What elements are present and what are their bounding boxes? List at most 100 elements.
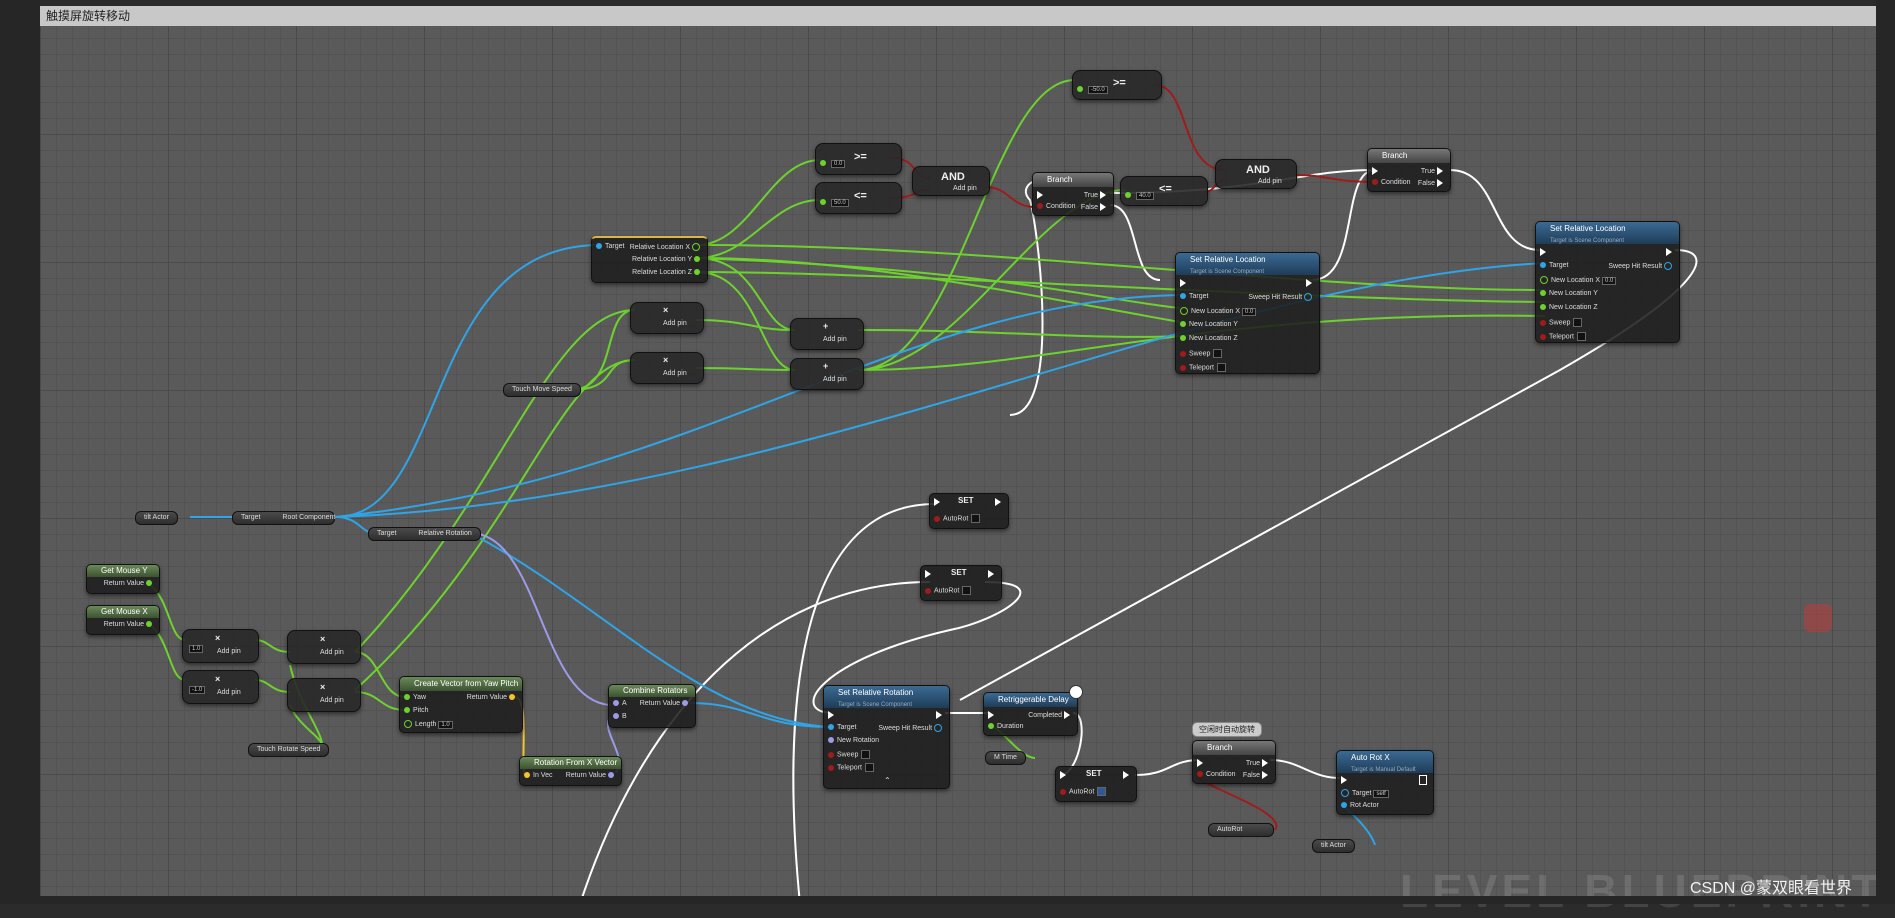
- exec-out-pin-icon[interactable]: [1437, 167, 1443, 175]
- float-pin-icon[interactable]: [1540, 304, 1546, 311]
- value-field[interactable]: 0.0: [1242, 307, 1257, 316]
- multiply-node-2[interactable]: × Add pin: [630, 352, 704, 384]
- add-node-2[interactable]: + Add pin: [790, 358, 864, 390]
- set-relative-location-node-2[interactable]: Set Relative Location Target is Scene Com…: [1535, 221, 1680, 343]
- bool-pin-icon[interactable]: [828, 751, 834, 758]
- bool-pin-icon[interactable]: [828, 764, 834, 771]
- struct-pin-icon[interactable]: [934, 724, 942, 732]
- struct-pin-icon[interactable]: [1664, 262, 1672, 270]
- branch-node-1[interactable]: Branch Condition True False: [1032, 172, 1114, 216]
- exec-in-pin-icon[interactable]: [925, 570, 931, 578]
- add-pin-button[interactable]: Add pin: [320, 697, 344, 704]
- tilt-actor-variable-2[interactable]: tilt Actor: [1312, 839, 1355, 853]
- touch-rotate-speed-variable[interactable]: Touch Rotate Speed: [248, 743, 330, 757]
- expand-chevron-icon[interactable]: ⌃: [884, 776, 891, 785]
- rotator-pin-icon[interactable]: [613, 700, 619, 707]
- set-relative-rotation-node[interactable]: Set Relative Rotation Target is Scene Com…: [823, 685, 950, 789]
- bool-pin-icon[interactable]: [925, 587, 931, 594]
- rotator-pin-icon[interactable]: [682, 700, 688, 707]
- rotation-from-x-vector-node[interactable]: Rotation From X Vector In Vec Return Val…: [519, 756, 622, 786]
- object-pin-icon[interactable]: [828, 724, 834, 731]
- exec-in-pin-icon[interactable]: [934, 498, 940, 506]
- bool-pin-icon[interactable]: [1540, 319, 1546, 326]
- sweep-checkbox[interactable]: [1213, 349, 1223, 358]
- float-pin-icon[interactable]: [404, 694, 410, 701]
- value-field[interactable]: -1.0: [189, 686, 206, 694]
- tilt-actor-variable-1[interactable]: tilt Actor: [135, 511, 178, 525]
- exec-out-pin-icon[interactable]: [1100, 203, 1106, 211]
- autorot-checkbox[interactable]: [971, 514, 981, 523]
- float-pin-icon[interactable]: [1180, 335, 1186, 342]
- float-pin-icon[interactable]: [146, 580, 152, 587]
- add-pin-button[interactable]: Add pin: [663, 320, 687, 327]
- struct-pin-icon[interactable]: [1304, 293, 1312, 301]
- combine-rotators-node[interactable]: Combine Rotators A B Return Value: [608, 684, 696, 728]
- exec-in-pin-icon[interactable]: [1540, 248, 1546, 256]
- object-pin-icon[interactable]: [1341, 802, 1347, 809]
- exec-in-pin-icon[interactable]: [1060, 771, 1066, 779]
- exec-out-pin-icon[interactable]: [1064, 711, 1070, 719]
- autorot-checkbox[interactable]: [962, 586, 972, 595]
- touch-move-speed-variable[interactable]: Touch Move Speed: [503, 383, 581, 397]
- exec-out-pin-icon[interactable]: [1306, 279, 1312, 287]
- add-pin-button[interactable]: Add pin: [320, 649, 344, 656]
- exec-out-pin-icon[interactable]: [1262, 759, 1268, 767]
- compare-le-node-2[interactable]: <= 40.0: [1120, 176, 1208, 206]
- float-pin-icon[interactable]: [1180, 307, 1188, 315]
- exec-out-pin-icon[interactable]: [936, 711, 942, 719]
- compare-value-field[interactable]: 0.0: [831, 160, 846, 168]
- float-pin-icon[interactable]: [1540, 276, 1548, 284]
- multiply-node-6[interactable]: × Add pin: [287, 678, 361, 712]
- target-value-field[interactable]: self: [1373, 789, 1389, 798]
- exec-out-pin-icon[interactable]: [1100, 191, 1106, 199]
- autorot-checkbox-checked[interactable]: [1097, 787, 1107, 796]
- exec-in-pin-icon[interactable]: [1180, 279, 1186, 287]
- object-pin-icon[interactable]: [1341, 789, 1349, 797]
- float-pin-icon[interactable]: [1180, 321, 1186, 328]
- float-pin-icon[interactable]: [694, 256, 700, 263]
- compare-value-field[interactable]: 50.0: [831, 199, 849, 207]
- teleport-checkbox[interactable]: [864, 763, 874, 772]
- set-autorot-node-3[interactable]: SET AutoRot: [1055, 766, 1137, 802]
- exec-in-pin-icon[interactable]: [988, 711, 994, 719]
- vector-pin-icon[interactable]: [524, 772, 530, 779]
- root-component-getter[interactable]: Target Root Component: [232, 511, 335, 525]
- length-value-field[interactable]: 1.0: [438, 720, 453, 729]
- float-pin-icon[interactable]: [694, 269, 700, 276]
- rotator-pin-icon[interactable]: [608, 772, 614, 779]
- create-vector-yaw-pitch-node[interactable]: Create Vector from Yaw Pitch Yaw Return …: [399, 676, 523, 733]
- float-pin-icon[interactable]: [404, 720, 412, 728]
- value-field[interactable]: 0.0: [1602, 276, 1617, 285]
- sweep-checkbox[interactable]: [861, 750, 871, 759]
- float-pin-icon[interactable]: [146, 621, 152, 628]
- multiply-node-5[interactable]: × Add pin: [287, 630, 361, 664]
- float-pin-icon[interactable]: [1540, 290, 1546, 297]
- vector-pin-icon[interactable]: [509, 694, 515, 701]
- retriggerable-delay-node[interactable]: Retriggerable Delay Completed Duration: [983, 685, 1083, 736]
- branch-node-3[interactable]: Branch Condition True False: [1192, 740, 1276, 784]
- compare-ge-node[interactable]: >= 0.0: [815, 143, 902, 175]
- exec-in-pin-icon[interactable]: [1372, 167, 1378, 175]
- add-node-1[interactable]: + Add pin: [790, 318, 864, 350]
- set-autorot-node-2[interactable]: SET AutoRot: [920, 565, 1002, 601]
- bool-pin-icon[interactable]: [1180, 364, 1186, 371]
- exec-out-pin-icon[interactable]: [995, 498, 1001, 506]
- add-pin-button[interactable]: Add pin: [823, 336, 847, 343]
- compare-value-field[interactable]: 40.0: [1136, 192, 1154, 200]
- and-node-1[interactable]: AND Add pin: [912, 166, 990, 196]
- add-pin-button[interactable]: Add pin: [823, 376, 847, 383]
- add-pin-button[interactable]: Add pin: [1258, 178, 1282, 185]
- teleport-checkbox[interactable]: [1216, 363, 1226, 372]
- bool-pin-icon[interactable]: [1372, 179, 1378, 186]
- value-field[interactable]: 1.0: [189, 645, 204, 653]
- m-time-variable[interactable]: M Time: [985, 751, 1026, 765]
- float-pin-icon[interactable]: [692, 243, 700, 251]
- object-pin-icon[interactable]: [1540, 262, 1546, 269]
- magnifier-icon[interactable]: [1804, 604, 1832, 632]
- exec-in-pin-icon[interactable]: [1037, 191, 1043, 199]
- exec-out-pin-icon[interactable]: [1666, 248, 1672, 256]
- relative-location-getter-node[interactable]: Target Relative Location X Relative Loca…: [591, 236, 708, 283]
- object-pin-icon[interactable]: [596, 243, 602, 250]
- compare-value-field[interactable]: -50.0: [1088, 86, 1108, 94]
- float-pin-icon[interactable]: [1077, 86, 1083, 93]
